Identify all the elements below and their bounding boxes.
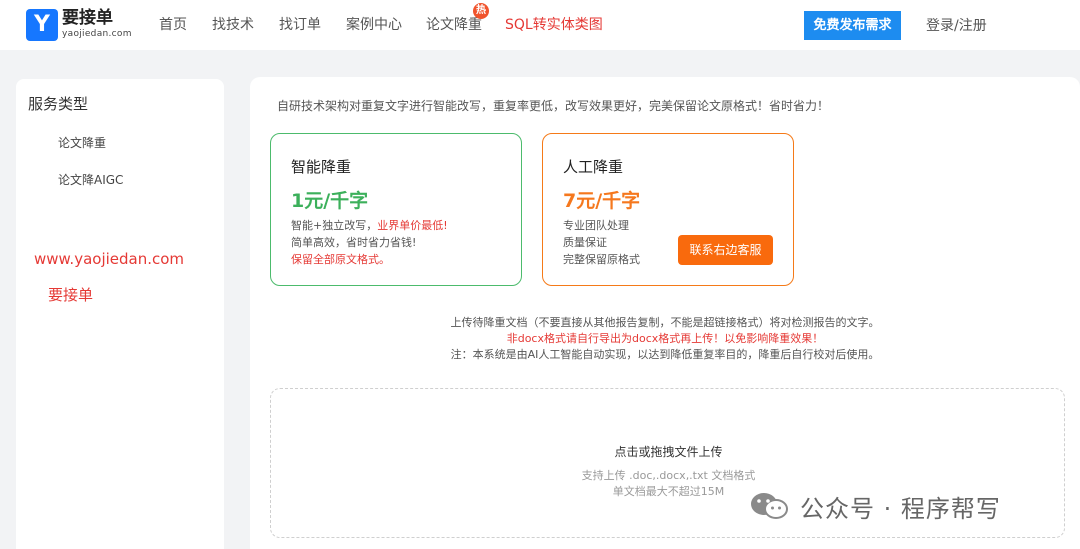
nav-sql-to-entity[interactable]: SQL转实体类图 [505,16,603,34]
manual-card-price: 7元/千字 [563,190,641,212]
smart-card-title: 智能降重 [291,158,352,176]
smart-card-feature-3: 保留全部原文格式。 [291,253,390,266]
nav-find-orders[interactable]: 找订单 [279,16,321,34]
brand-domain: yaojiedan.com [62,29,132,39]
upload-title: 点击或拖拽文件上传 [614,445,723,459]
ai-disclaimer: 注：本系统是由AI人工智能自动实现，以达到降低重复率目的，降重后自行校对后使用。 [450,348,880,361]
smart-card-feature-1a: 智能+独立改写， [291,219,378,232]
service-type-sidebar: 服务类型 论文降重 论文降AIGC www.yaojiedan.com 要接单 [16,79,224,549]
manual-card-title: 人工降重 [563,158,624,176]
upload-formats: 支持上传 .doc,.docx,.txt 文档格式 [581,469,756,482]
watermark-url: www.yaojiedan.com [34,250,185,268]
sidebar-item-paper-rewrite[interactable]: 论文降重 [58,134,106,151]
watermark-text: 公众号 · 程序帮写 [800,495,1001,523]
smart-card-feature-2: 简单高效，省时省力省钱! [291,236,417,249]
docx-warning: 非docx格式请自行导出为docx格式再上传！以免影响降重效果！ [506,332,824,345]
service-intro: 自研技术架构对重复文字进行智能改写，重复率更低，改写效果更好，完美保留论文原格式… [277,99,830,113]
sidebar-item-paper-aigc[interactable]: 论文降AIGC [58,171,123,188]
manual-card-feature-2: 质量保证 [563,236,607,249]
login-register-link[interactable]: 登录/注册 [926,17,987,35]
wechat-icon [751,493,788,519]
brand-name[interactable]: 要接单 [62,9,113,27]
sidebar-title: 服务类型 [28,95,89,113]
manual-rewrite-card[interactable]: 人工降重 7元/千字 专业团队处理 质量保证 完整保留原格式 联系右边客服 [542,133,794,286]
hot-badge: 热 [473,3,489,19]
smart-card-price: 1元/千字 [291,190,369,212]
watermark-brand: 要接单 [48,286,94,304]
manual-card-feature-1: 专业团队处理 [563,219,629,232]
logo-icon[interactable]: Y [26,9,58,41]
top-navigation-bar: Y 要接单 yaojiedan.com 首页 找技术 找订单 案例中心 论文降重… [0,0,1080,50]
upload-notice: 上传待降重文档（不要直接从其他报告复制，不能是超链接格式）将对检测报告的文字。 [450,316,880,329]
nav-paper-rewrite[interactable]: 论文降重 [426,16,482,34]
smart-rewrite-card[interactable]: 智能降重 1元/千字 智能+独立改写，业界单价最低! 简单高效，省时省力省钱! … [270,133,522,286]
nav-home[interactable]: 首页 [159,16,187,34]
nav-find-tech[interactable]: 找技术 [212,16,254,34]
contact-service-button[interactable]: 联系右边客服 [678,235,773,265]
smart-card-lowest-price: 业界单价最低! [377,219,448,232]
smart-card-feature-1: 智能+独立改写，业界单价最低! [291,217,448,233]
manual-card-feature-3: 完整保留原格式 [563,253,640,266]
nav-case-center[interactable]: 案例中心 [346,16,402,34]
publish-request-button[interactable]: 免费发布需求 [804,11,901,40]
